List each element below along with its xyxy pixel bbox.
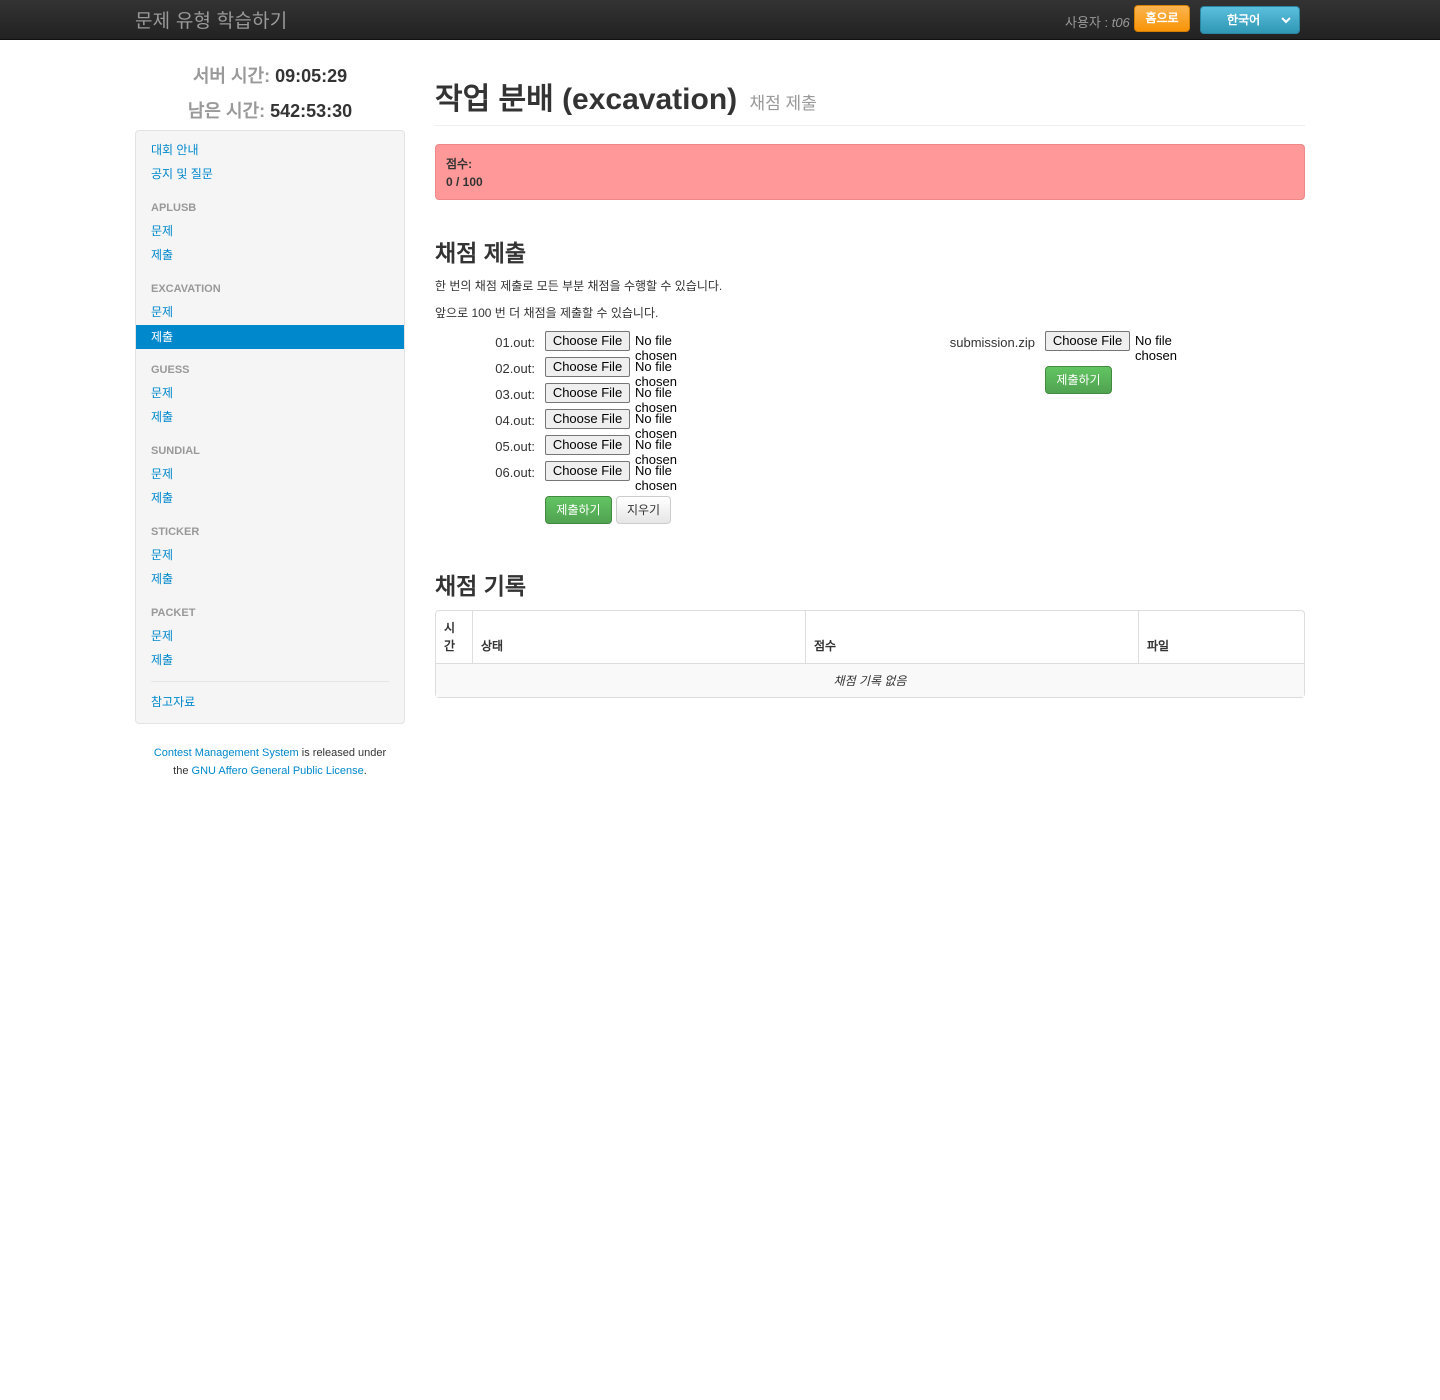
sidebar-item-sticker-problem[interactable]: 문제 [136, 543, 404, 567]
license-link[interactable]: GNU Affero General Public License [192, 765, 364, 777]
sidebar-header-aplusb: APLUSB [151, 202, 197, 214]
sidebar-item-aplusb-submit[interactable]: 제출 [136, 243, 404, 267]
submit-files-button[interactable]: 제출하기 [545, 496, 612, 524]
file-label: 05.out: [495, 439, 535, 454]
history-heading: 채점 기록 [435, 573, 527, 599]
license-note: Contest Management System is released un… [135, 744, 405, 780]
score-alert: 점수: 0 / 100 [435, 144, 1305, 200]
sidebar-item-sundial-problem[interactable]: 문제 [136, 462, 404, 486]
no-file-text: No file chosen [635, 463, 677, 493]
choose-file-button[interactable]: Choose File [545, 331, 630, 351]
submit-info-line1: 한 번의 채점 제출로 모든 부분 채점을 수행할 수 있습니다. [435, 279, 723, 293]
user-label: 사용자 : [1065, 15, 1112, 30]
choose-file-button[interactable]: Choose File [545, 461, 630, 481]
top-navbar: 문제 유형 학습하기 사용자 : t06 홈으로 한국어 [0, 0, 1440, 40]
language-select[interactable]: 한국어 [1200, 6, 1300, 34]
sidebar-header-sundial: SUNDIAL [151, 445, 200, 457]
sidebar-item-communication[interactable]: 공지 및 질문 [136, 162, 404, 186]
server-time: 서버 시간: 09:05:29 [135, 62, 405, 88]
brand-title[interactable]: 문제 유형 학습하기 [135, 6, 287, 33]
choose-file-button[interactable]: Choose File [545, 357, 630, 377]
submit-info-line2: 앞으로 100 번 더 채점을 제출할 수 있습니다. [435, 306, 659, 320]
choose-zip-button[interactable]: Choose File [1045, 331, 1130, 351]
column-header-status: 상태 [472, 611, 805, 663]
table-header-row: 시간 상태 점수 파일 [436, 611, 1304, 663]
license-text: is released under [298, 747, 387, 759]
sidebar-item-packet-submit[interactable]: 제출 [136, 648, 404, 672]
title-divider [435, 125, 1305, 126]
file-label: 04.out: [495, 413, 535, 428]
sidebar-item-guess-problem[interactable]: 문제 [136, 381, 404, 405]
page-title-text: 작업 분배 (excavation) [435, 83, 738, 116]
license-text-end: . [363, 765, 367, 777]
server-time-value: 09:05:29 [275, 66, 348, 86]
sidebar-item-guess-submit[interactable]: 제출 [136, 405, 404, 429]
sidebar-divider [151, 681, 389, 682]
no-zip-text: No file chosen [1135, 333, 1177, 363]
sidebar-item-packet-problem[interactable]: 문제 [136, 624, 404, 648]
sidebar-header-guess: GUESS [151, 364, 190, 376]
zip-label: submission.zip [949, 335, 1035, 350]
choose-file-button[interactable]: Choose File [545, 435, 630, 455]
sidebar-header-sticker: STICKER [151, 526, 200, 538]
submission-history-table: 시간 상태 점수 파일 채점 기록 없음 [435, 610, 1305, 698]
sidebar-item-sundial-submit[interactable]: 제출 [136, 486, 404, 510]
submit-heading: 채점 제출 [435, 240, 527, 266]
file-label: 03.out: [495, 387, 535, 402]
sidebar-nav: 대회 안내 공지 및 질문 APLUSB 문제 제출 EXCAVATION 문제… [135, 130, 405, 724]
remaining-time: 남은 시간: 542:53:30 [135, 97, 405, 123]
sidebar-item-excavation-problem[interactable]: 문제 [136, 300, 404, 324]
server-time-label: 서버 시간: [192, 66, 271, 86]
sidebar-header-packet: PACKET [151, 607, 196, 619]
user-info: 사용자 : t06 [1065, 12, 1130, 31]
reset-button[interactable]: 지우기 [616, 496, 671, 524]
column-header-score: 점수 [805, 611, 1138, 663]
table-row: 채점 기록 없음 [436, 663, 1304, 697]
page-subtitle: 채점 제출 [749, 94, 817, 113]
file-label: 06.out: [495, 465, 535, 480]
cms-link[interactable]: Contest Management System [154, 747, 299, 759]
file-label: 01.out: [495, 335, 535, 350]
score-value: 0 / 100 [446, 175, 483, 189]
score-label: 점수: [446, 157, 473, 171]
language-value: 한국어 [1227, 13, 1261, 27]
sidebar-item-overview[interactable]: 대회 안내 [136, 138, 404, 162]
license-text-the: the [173, 765, 192, 777]
file-label: 02.out: [495, 361, 535, 376]
chevron-down-icon [1281, 7, 1291, 44]
history-empty-message: 채점 기록 없음 [436, 663, 1304, 697]
home-button[interactable]: 홈으로 [1134, 5, 1190, 32]
column-header-files: 파일 [1138, 611, 1304, 663]
choose-file-button[interactable]: Choose File [545, 409, 630, 429]
choose-file-button[interactable]: Choose File [545, 383, 630, 403]
remaining-time-value: 542:53:30 [270, 101, 353, 121]
user-name: t06 [1111, 15, 1130, 30]
column-header-time: 시간 [444, 621, 456, 653]
sidebar-item-excavation-submit[interactable]: 제출 [136, 325, 404, 349]
submit-zip-button[interactable]: 제출하기 [1045, 366, 1112, 394]
sidebar-item-aplusb-problem[interactable]: 문제 [136, 219, 404, 243]
sidebar-item-sticker-submit[interactable]: 제출 [136, 567, 404, 591]
sidebar-header-excavation: EXCAVATION [151, 283, 221, 295]
remaining-time-label: 남은 시간: [187, 101, 266, 121]
page-title: 작업 분배 (excavation) 채점 제출 [435, 74, 817, 118]
sidebar-item-documentation[interactable]: 참고자료 [136, 690, 404, 714]
